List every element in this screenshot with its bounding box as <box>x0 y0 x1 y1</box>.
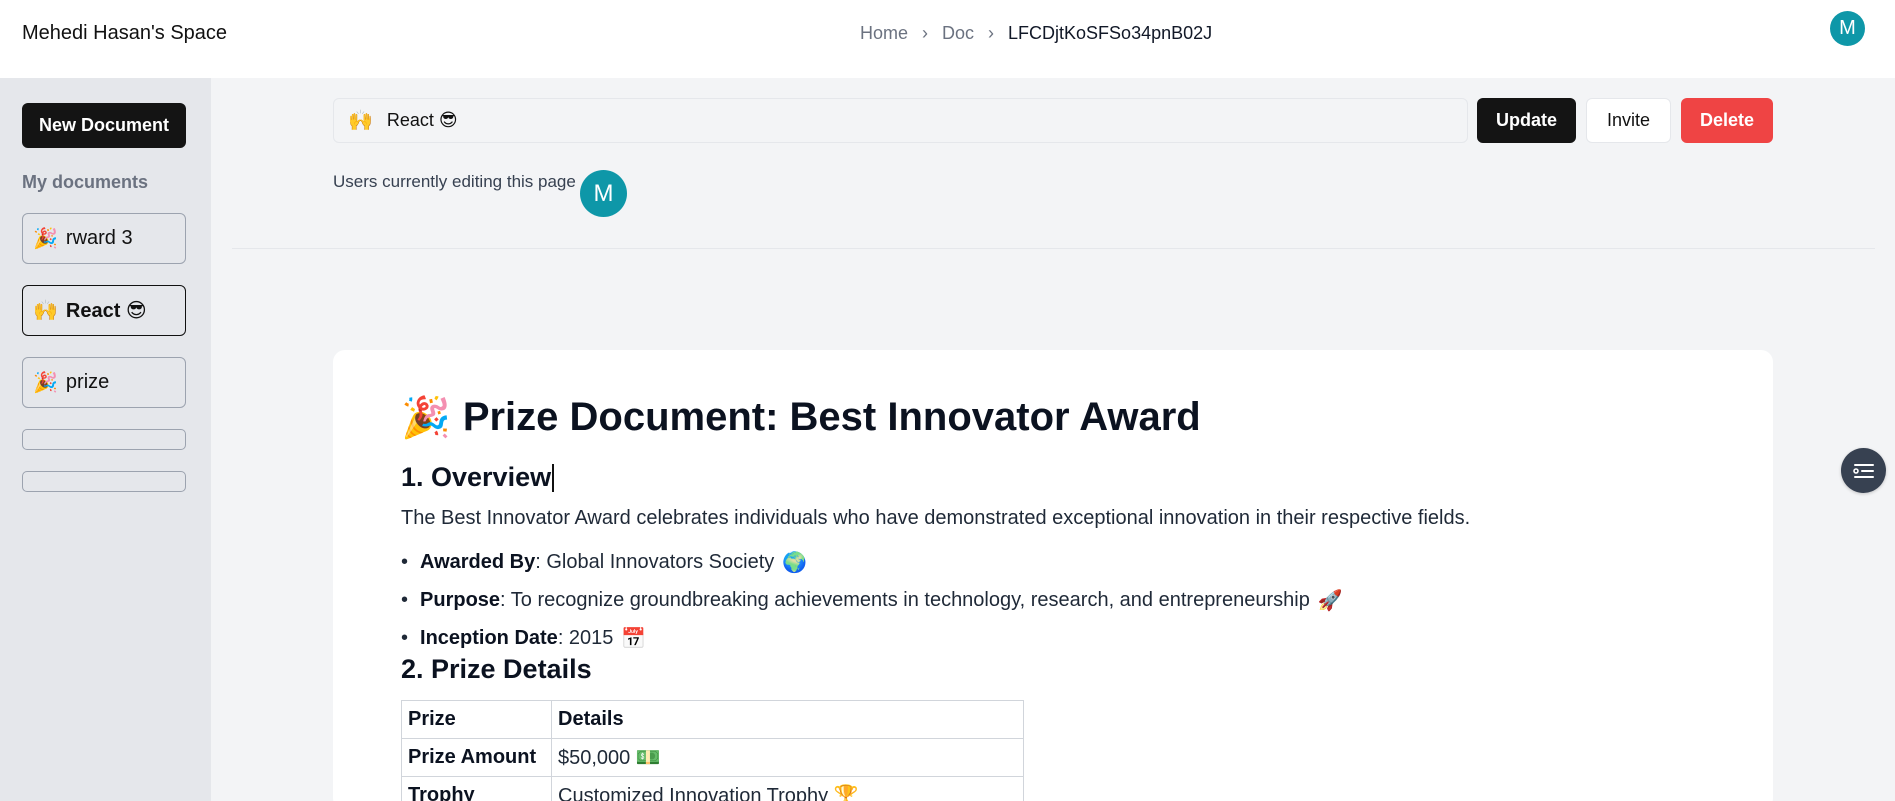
sidebar-item-label: rward 3 <box>65 227 133 249</box>
table-cell-prize: Prize Amount <box>401 738 552 777</box>
list-item: Awarded By: Global Innovators Society 🌍 <box>401 543 1343 581</box>
table-cell-details: Customized Innovation Trophy 🏆 <box>551 776 1024 801</box>
document-list: 🎉 rward 3 🙌 React 😎 🎉 prize <box>22 213 186 513</box>
raised-hands-icon[interactable]: 🙌 <box>348 108 373 133</box>
prize-details-table: Prize Details Prize Amount $50,000 💵 Tro… <box>401 700 1024 801</box>
table-header-details: Details <box>551 700 1024 739</box>
money-icon: 💵 <box>635 747 661 769</box>
workspace-name[interactable]: Mehedi Hasan's Space <box>22 22 227 45</box>
list-item-value: : To recognize groundbreaking achievemen… <box>500 588 1310 611</box>
table-row: Prize Amount $50,000 💵 <box>401 738 1024 777</box>
sidebar-item-react[interactable]: 🙌 React 😎 <box>22 285 186 336</box>
update-button[interactable]: Update <box>1477 98 1576 143</box>
overview-paragraph: The Best Innovator Award celebrates indi… <box>401 507 1471 529</box>
divider <box>232 248 1875 249</box>
party-popper-icon: 🎉 <box>401 396 451 440</box>
party-popper-icon: 🎉 <box>33 228 58 250</box>
breadcrumb: Home › Doc › LFCDjtKoSFSo34pnB02J <box>860 23 1212 44</box>
list-item: Inception Date: 2015 📅 <box>401 619 1343 657</box>
document-heading: 🎉 Prize Document: Best Innovator Award <box>401 394 1201 441</box>
sidebar: New Document My documents 🎉 rward 3 🙌 Re… <box>0 78 211 801</box>
list-item-key: Awarded By <box>420 550 536 573</box>
document-heading-text: Prize Document: Best Innovator Award <box>462 395 1201 439</box>
new-document-button[interactable]: New Document <box>22 103 186 148</box>
overview-heading-text: 1. Overview <box>401 462 552 492</box>
user-avatar[interactable]: M <box>1830 11 1865 46</box>
table-cell-prize: Trophy <box>401 776 552 801</box>
document-skeleton <box>22 429 186 450</box>
party-popper-icon: 🎉 <box>33 372 58 394</box>
sidebar-item-prize[interactable]: 🎉 prize <box>22 357 186 408</box>
list-item-value: : 2015 <box>557 626 614 649</box>
document-title-value: React 😎 <box>386 110 458 130</box>
editing-user-avatar[interactable]: M <box>580 170 627 217</box>
top-bar: Mehedi Hasan's Space Home › Doc › LFCDjt… <box>0 0 1895 78</box>
chevron-right-icon: › <box>922 23 929 43</box>
rocket-icon: 🚀 <box>1317 589 1343 612</box>
table-header-row: Prize Details <box>401 700 1024 739</box>
my-documents-heading: My documents <box>22 172 149 192</box>
overview-heading: 1. Overview <box>401 462 555 493</box>
table-cell-details: $50,000 💵 <box>551 738 1024 777</box>
list-item-key: Inception Date <box>420 626 558 649</box>
prize-details-heading: 2. Prize Details <box>401 654 592 684</box>
table-row: Trophy Customized Innovation Trophy 🏆 <box>401 776 1024 801</box>
table-of-contents-button[interactable] <box>1841 448 1886 493</box>
calendar-icon: 📅 <box>621 627 647 650</box>
table-header-prize: Prize <box>401 700 552 739</box>
document-editor[interactable]: 🎉 Prize Document: Best Innovator Award 1… <box>333 350 1773 801</box>
trophy-icon: 🏆 <box>833 785 859 801</box>
chevron-right-icon: › <box>988 23 995 43</box>
list-item-key: Purpose <box>420 588 501 611</box>
breadcrumb-doc[interactable]: Doc <box>942 23 974 44</box>
document-skeleton <box>22 471 186 492</box>
overview-list: Awarded By: Global Innovators Society 🌍 P… <box>401 543 1343 657</box>
raised-hands-icon: 🙌 <box>33 300 58 322</box>
breadcrumb-home[interactable]: Home <box>860 23 908 44</box>
table-cell-text: $50,000 <box>558 747 631 769</box>
editing-users-label: Users currently editing this page <box>333 172 576 191</box>
list-item-value: : Global Innovators Society <box>535 550 775 573</box>
sidebar-item-rward-3[interactable]: 🎉 rward 3 <box>22 213 186 264</box>
text-cursor <box>552 463 555 492</box>
delete-button[interactable]: Delete <box>1681 98 1773 143</box>
list-item: Purpose: To recognize groundbreaking ach… <box>401 581 1343 619</box>
invite-button[interactable]: Invite <box>1586 98 1671 143</box>
document-title-input[interactable]: 🙌 React 😎 <box>333 98 1468 143</box>
table-cell-text: Customized Innovation Trophy <box>558 785 829 801</box>
sidebar-item-label: React 😎 <box>65 300 147 322</box>
breadcrumb-current: LFCDjtKoSFSo34pnB02J <box>1008 23 1213 43</box>
sidebar-item-label: prize <box>65 371 110 393</box>
globe-icon: 🌍 <box>782 551 808 574</box>
list-icon <box>1852 463 1874 478</box>
